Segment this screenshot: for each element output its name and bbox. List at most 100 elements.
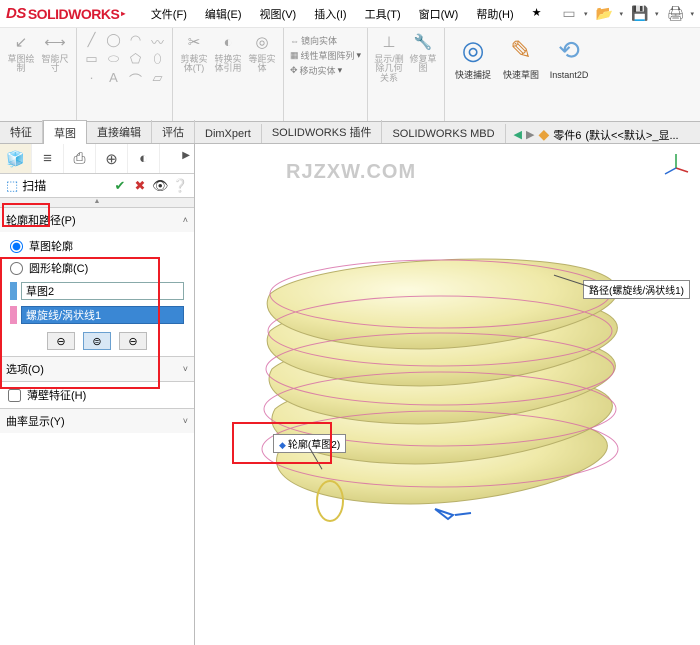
- feature-tree-tab[interactable]: 🧊: [0, 144, 32, 173]
- command-manager-tabs: 特征 草图 直接编辑 评估 DimXpert SOLIDWORKS 插件 SOL…: [0, 122, 700, 144]
- tab-feature[interactable]: 特征: [0, 120, 43, 143]
- offset-button[interactable]: ◎等距实体: [247, 32, 277, 119]
- quick-access-toolbar: ▭▾ 📂▾ 💾▾ 🖨▾: [558, 3, 694, 25]
- text-icon[interactable]: A: [105, 70, 122, 87]
- main-menu: 文件(F) 编辑(E) 视图(V) 插入(I) 工具(T) 窗口(W) 帮助(H…: [143, 3, 550, 25]
- plane-icon[interactable]: ▱: [149, 70, 166, 87]
- mirror-icon: ⇔: [290, 36, 299, 46]
- ribbon: ↙ 草图绘制 ⟷ 智能尺寸 ╱ ◯ ◠ 〰 ▭ ⬭ ⬠ ⬯ · A ⌒ ▱ ✂剪裁实体(T) ◐转…: [0, 28, 700, 122]
- relations-icon: ⊥: [378, 32, 400, 54]
- snap-icon: ◎: [459, 32, 487, 70]
- align-start-button[interactable]: ⊖: [47, 332, 75, 350]
- polygon-icon[interactable]: ⬠: [127, 51, 144, 68]
- new-file-icon[interactable]: ▭: [558, 3, 580, 25]
- section-options[interactable]: 选项(O)˅: [0, 357, 194, 381]
- menu-view[interactable]: 视图(V): [252, 3, 305, 25]
- radio-circular-profile[interactable]: 圆形轮廓(C): [10, 260, 184, 276]
- breadcrumb: ◀▶ ◆ 零件6 (默认<<默认>_显...: [514, 126, 679, 143]
- alignment-buttons: ⊖ ⊜ ⊖: [10, 332, 184, 350]
- profile-field[interactable]: [21, 282, 184, 300]
- move-button[interactable]: ✥移动实体▾: [290, 64, 361, 77]
- print-icon[interactable]: 🖨: [664, 3, 686, 25]
- open-file-icon[interactable]: 📂: [593, 3, 615, 25]
- pm-help-icon[interactable]: ❔: [172, 178, 188, 194]
- pm-title: 扫描: [22, 177, 46, 194]
- panel-expand-icon[interactable]: ▶: [178, 144, 194, 173]
- part-icon: ◆: [538, 126, 549, 143]
- rect-icon[interactable]: ▭: [83, 51, 100, 68]
- pm-ok-icon[interactable]: ✔: [112, 178, 128, 194]
- dim-tab[interactable]: ⊕: [96, 144, 128, 173]
- property-tab[interactable]: ≡: [32, 144, 64, 173]
- section-curvature[interactable]: 曲率显示(Y)˅: [0, 409, 194, 433]
- menu-insert[interactable]: 插入(I): [306, 3, 354, 25]
- panel-tab-strip: 🧊 ≡ ⎙ ⊕ ◐ ▶: [0, 144, 194, 174]
- app-logo: DS SOLIDWORKS ▸: [6, 5, 125, 22]
- pm-title-bar: ⬚ 扫描 ✔ ✖ 👁 ❔: [0, 174, 194, 197]
- line-icon[interactable]: ╱: [83, 32, 100, 49]
- thin-feature-check[interactable]: 薄壁特征(H): [0, 382, 194, 408]
- property-manager-panel: 🧊 ≡ ⎙ ⊕ ◐ ▶ ⬚ 扫描 ✔ ✖ 👁 ❔ 轮廓和路径(P)˄ 草图轮廓 …: [0, 144, 195, 645]
- menu-edit[interactable]: 编辑(E): [197, 3, 250, 25]
- relations-button[interactable]: ⊥显示/删除几何关系: [374, 32, 404, 119]
- sketch-icon: ↙: [10, 32, 32, 54]
- pattern-icon: ▦: [290, 50, 299, 61]
- pm-collapse-handle[interactable]: [0, 197, 194, 207]
- arc-icon[interactable]: ◠: [127, 32, 144, 49]
- tab-evaluate[interactable]: 评估: [152, 120, 195, 143]
- trim-icon: ✂: [183, 32, 205, 54]
- save-icon[interactable]: 💾: [629, 3, 651, 25]
- tab-sw-mbd[interactable]: SOLIDWORKS MBD: [382, 124, 505, 143]
- convert-button[interactable]: ◐转换实体引用: [213, 32, 243, 119]
- config-tab[interactable]: ⎙: [64, 144, 96, 173]
- menu-tools[interactable]: 工具(T): [357, 3, 409, 25]
- part-state: (默认<<默认>_显...: [585, 127, 678, 143]
- convert-icon: ◐: [217, 32, 239, 54]
- instant2d-icon: ⟲: [555, 32, 583, 70]
- rapid-sketch-button[interactable]: ✎快速草图: [499, 32, 543, 119]
- part-name[interactable]: 零件6: [553, 127, 581, 143]
- pm-cancel-icon[interactable]: ✖: [132, 178, 148, 194]
- pm-preview-icon[interactable]: 👁: [152, 178, 168, 194]
- spline-icon[interactable]: 〰: [149, 32, 166, 49]
- repair-button[interactable]: 🔧修复草图: [408, 32, 438, 119]
- profile-chip-icon: [10, 282, 17, 300]
- menu-help[interactable]: 帮助(H): [468, 3, 521, 25]
- slot-icon[interactable]: ⬭: [105, 51, 122, 68]
- appearance-tab[interactable]: ◐: [128, 144, 160, 173]
- smart-dimension-button[interactable]: ⟷ 智能尺寸: [40, 32, 70, 119]
- radio-sketch-profile[interactable]: 草图轮廓: [10, 238, 184, 254]
- rapid-icon: ✎: [507, 32, 535, 70]
- trim-button[interactable]: ✂剪裁实体(T): [179, 32, 209, 119]
- tab-sketch[interactable]: 草图: [43, 120, 87, 144]
- path-chip-icon: [10, 306, 17, 324]
- repair-icon: 🔧: [412, 32, 434, 54]
- point-icon[interactable]: ·: [83, 70, 100, 87]
- tab-dimxpert[interactable]: DimXpert: [195, 124, 262, 143]
- model-spring: [195, 144, 700, 644]
- tab-direct-edit[interactable]: 直接编辑: [87, 120, 152, 143]
- graphics-viewport[interactable]: 路径(螺旋线/涡状线1) ◆轮廓(草图2): [195, 144, 700, 645]
- pattern-button[interactable]: ▦线性草图阵列▾: [290, 49, 361, 62]
- quick-snap-button[interactable]: ◎快速捕捉: [451, 32, 495, 119]
- dimension-icon: ⟷: [44, 32, 66, 54]
- instant2d-button[interactable]: ⟲Instant2D: [547, 32, 591, 119]
- move-icon: ✥: [290, 65, 298, 76]
- fillet-icon[interactable]: ⌒: [127, 70, 144, 87]
- align-end-button[interactable]: ⊖: [119, 332, 147, 350]
- sketch-tools-grid: ╱ ◯ ◠ 〰 ▭ ⬭ ⬠ ⬯ · A ⌒ ▱: [83, 32, 166, 119]
- tab-sw-plugin[interactable]: SOLIDWORKS 插件: [262, 120, 383, 143]
- exit-sketch-button[interactable]: ↙ 草图绘制: [6, 32, 36, 119]
- ellipse-icon[interactable]: ⬯: [149, 51, 166, 68]
- offset-icon: ◎: [251, 32, 273, 54]
- menu-file[interactable]: 文件(F): [143, 3, 195, 25]
- circle-icon[interactable]: ◯: [105, 32, 122, 49]
- section-profile-path[interactable]: 轮廓和路径(P)˄: [0, 208, 194, 232]
- path-field[interactable]: [21, 306, 184, 324]
- menu-window[interactable]: 窗口(W): [411, 3, 467, 25]
- menu-pin-icon[interactable]: ★: [524, 3, 550, 25]
- mirror-button[interactable]: ⇔镜向实体: [290, 34, 361, 47]
- callout-profile-icon: ◆: [279, 440, 286, 450]
- align-mid-button[interactable]: ⊜: [83, 332, 111, 350]
- sweep-icon: ⬚: [6, 178, 18, 194]
